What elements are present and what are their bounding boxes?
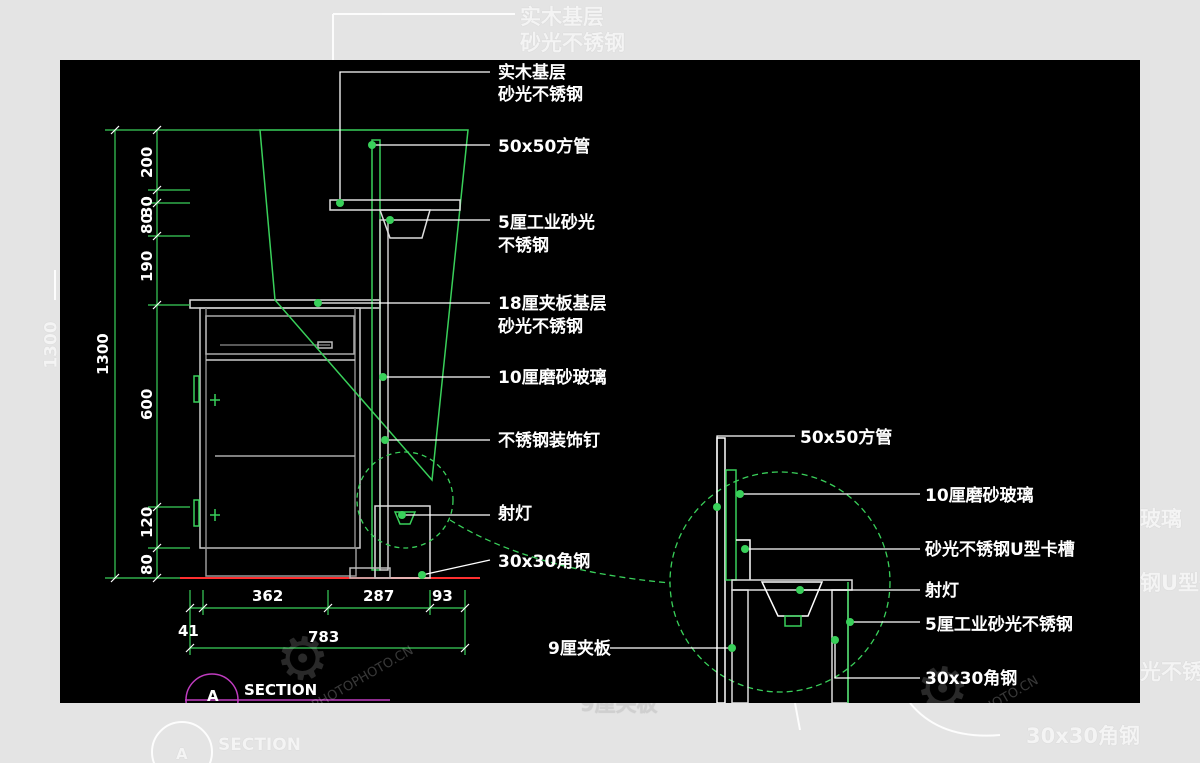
dim-41: 41	[178, 622, 199, 640]
vertical-dimension-values: 1300 200 30 80 190 600 120 80	[94, 147, 156, 575]
label-angle-steel: 30x30角钢	[498, 551, 590, 572]
dim-200: 200	[138, 147, 156, 178]
dim-total-height: 1300	[94, 333, 112, 375]
cabinet-body	[189, 299, 381, 577]
dim-190: 190	[138, 251, 156, 282]
dim-362: 362	[252, 587, 283, 605]
detail-label-industrial-steel: 5厘工业砂光不锈钢	[925, 614, 1073, 635]
leader-lines	[318, 71, 491, 576]
detail-label-frosted-glass: 10厘磨砂玻璃	[925, 485, 1034, 506]
cad-drawing: 实木基层 砂光不锈钢 50x50方管 5厘工业砂光 不锈钢 18厘夹板基层 砂光…	[60, 60, 1140, 703]
handles	[210, 341, 333, 521]
label-industrial-steel-1: 5厘工业砂光	[498, 212, 595, 233]
label-plywood-base-1: 18厘夹板基层	[498, 293, 607, 314]
dim-80-top: 80	[138, 213, 156, 234]
label-spotlight: 射灯	[497, 503, 532, 524]
detail-label-plywood: 9厘夹板	[548, 638, 612, 659]
dim-93: 93	[432, 587, 453, 605]
section-labels: 实木基层 砂光不锈钢 50x50方管 5厘工业砂光 不锈钢 18厘夹板基层 砂光…	[497, 62, 607, 572]
detail-view: 50x50方管 10厘磨砂玻璃 砂光不锈钢U型卡槽 射灯 5厘工业砂光不锈钢 9…	[548, 427, 1075, 703]
label-frosted-glass: 10厘磨砂玻璃	[498, 367, 607, 388]
dim-600: 600	[138, 389, 156, 420]
label-wood-base-1: 实木基层	[498, 62, 566, 83]
label-wood-base-2: 砂光不锈钢	[498, 84, 583, 105]
label-industrial-steel-2: 不锈钢	[498, 235, 549, 256]
detail-label-spotlight: 射灯	[924, 580, 959, 601]
dim-287: 287	[363, 587, 394, 605]
label-plywood-base-2: 砂光不锈钢	[498, 316, 583, 337]
dim-80-bottom: 80	[138, 554, 156, 575]
dim-120: 120	[138, 507, 156, 538]
label-decorative-nail: 不锈钢装饰钉	[498, 430, 600, 451]
detail-label-square-tube: 50x50方管	[800, 427, 892, 448]
detail-label-u-channel: 砂光不锈钢U型卡槽	[925, 539, 1075, 560]
label-square-tube: 50x50方管	[498, 136, 590, 157]
section-marker-letter: A	[207, 687, 219, 703]
